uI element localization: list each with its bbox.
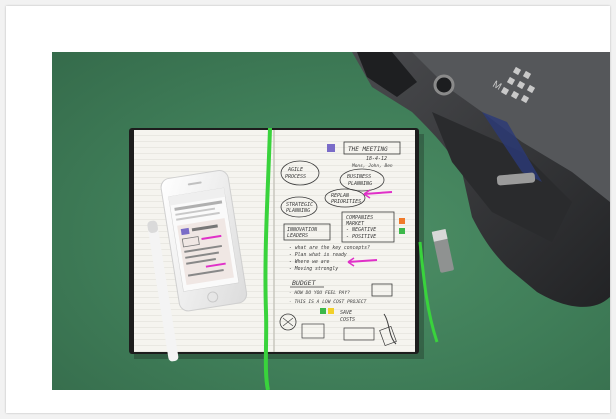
note-costs: COSTS	[340, 317, 355, 323]
photo: M THE MEETING 18-4-12 Mons, John, Ben AG…	[52, 52, 610, 390]
bubble-priorities: PRIORITIES	[331, 199, 361, 205]
note-names: Mons, John, Ben	[351, 163, 393, 169]
box-positive: - POSITIVE	[346, 234, 376, 240]
bubble-agile: AGILE	[287, 167, 303, 173]
note-save: SAVE	[340, 310, 352, 316]
bubble-planning: PLANNING	[348, 181, 372, 187]
bubble-strategic-planning: PLANNING	[286, 208, 310, 214]
bubble-process: PROCESS	[285, 174, 306, 180]
note-date: 18-4-12	[366, 156, 387, 162]
note-line-5: - HOW DO YOU FEEL PAY?	[289, 290, 350, 296]
box-negative: - NEGATIVE	[346, 227, 376, 233]
note-line-3: - Where we are	[289, 259, 330, 265]
photo-illustration: M THE MEETING 18-4-12 Mons, John, Ben AG…	[129, 52, 610, 390]
note-line-6: - THIS IS A LOW COST PROJECT	[289, 299, 367, 305]
note-budget: BUDGET	[292, 279, 317, 287]
bubble-business: BUSINESS	[347, 174, 371, 180]
note-title: THE MEETING	[348, 146, 388, 153]
note-line-4: - Moving strongly	[289, 266, 338, 272]
box-leaders: LEADERS	[287, 233, 308, 239]
note-line-2: - Plan what is ready	[289, 252, 347, 258]
note-line-1: - what are the key concepts?	[289, 245, 370, 251]
image-frame: M THE MEETING 18-4-12 Mons, John, Ben AG…	[6, 6, 610, 413]
